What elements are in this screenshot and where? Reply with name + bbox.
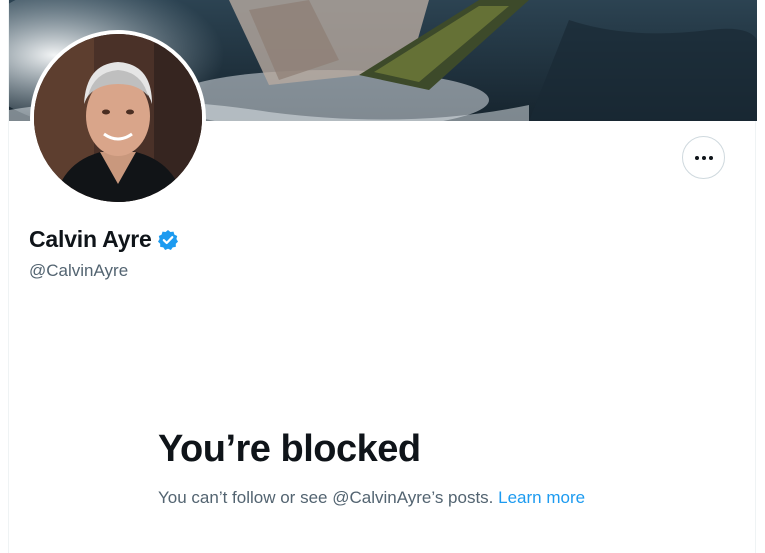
profile-handle: @CalvinAyre xyxy=(29,261,129,280)
blocked-message: You can’t follow or see @CalvinAyre’s po… xyxy=(158,485,608,510)
learn-more-link[interactable]: Learn more xyxy=(498,488,585,507)
more-options-button[interactable] xyxy=(682,136,725,179)
blocked-message-text: You can’t follow or see @CalvinAyre’s po… xyxy=(158,488,494,507)
avatar-border xyxy=(30,30,206,206)
verified-badge-icon[interactable] xyxy=(157,229,179,251)
blocked-heading: You’re blocked xyxy=(158,428,421,470)
display-name: Calvin Ayre xyxy=(29,226,152,252)
profile-page: Calvin Ayre @CalvinAyre You’re blocked Y… xyxy=(0,0,765,553)
display-name-row: Calvin Ayre xyxy=(29,226,179,253)
more-horizontal-icon xyxy=(694,155,713,160)
avatar[interactable] xyxy=(34,34,202,202)
profile-column: Calvin Ayre @CalvinAyre You’re blocked Y… xyxy=(8,0,757,553)
